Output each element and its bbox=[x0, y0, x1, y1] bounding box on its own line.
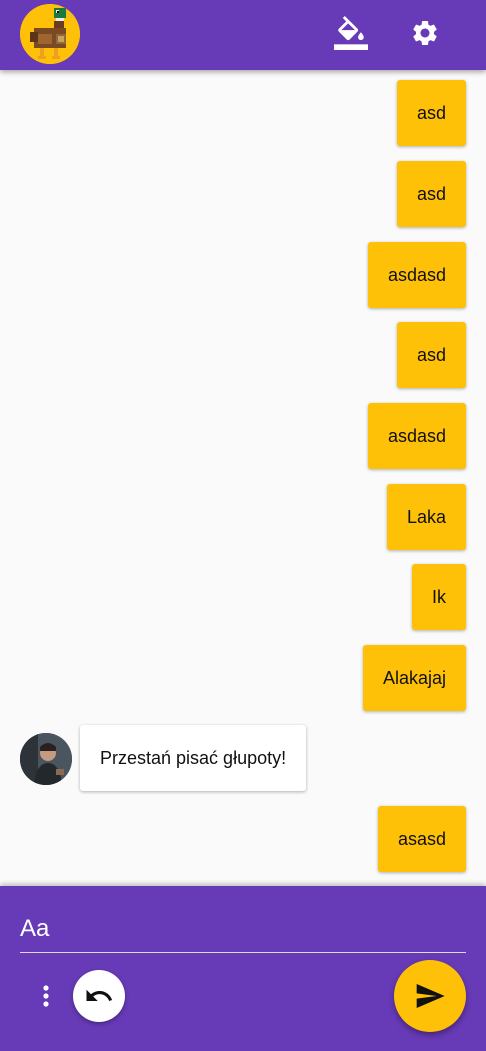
send-button[interactable] bbox=[394, 960, 466, 1032]
undo-button[interactable] bbox=[73, 970, 125, 1022]
message-input-wrapper bbox=[20, 906, 466, 953]
composer bbox=[0, 886, 486, 1051]
message-outgoing: Laka bbox=[386, 484, 466, 550]
undo-icon bbox=[86, 989, 113, 1001]
message-outgoing: Ik bbox=[411, 564, 466, 630]
settings-button[interactable] bbox=[407, 13, 443, 53]
message-outgoing: Alakajaj bbox=[362, 645, 466, 711]
app-bar bbox=[0, 0, 486, 70]
message-outgoing: asasd bbox=[377, 806, 466, 872]
gear-icon bbox=[413, 21, 437, 45]
send-icon bbox=[416, 984, 445, 1008]
paint-bucket-icon bbox=[334, 16, 368, 50]
duck-logo-icon bbox=[20, 4, 80, 64]
more-vertical-icon bbox=[43, 985, 49, 1007]
message-outgoing: asd bbox=[396, 80, 466, 146]
message-input[interactable] bbox=[20, 906, 466, 952]
theme-paint-button[interactable] bbox=[333, 13, 369, 53]
message-outgoing: asdasd bbox=[367, 242, 466, 308]
chat-app: asd asd asdasd asd asdasd Laka Ik Alakaj… bbox=[0, 0, 486, 1051]
message-outgoing: asd bbox=[396, 322, 466, 388]
more-options-button[interactable] bbox=[36, 982, 56, 1010]
message-outgoing: asd bbox=[396, 161, 466, 227]
message-outgoing: asdasd bbox=[367, 403, 466, 469]
message-list[interactable]: asd asd asdasd asd asdasd Laka Ik Alakaj… bbox=[0, 70, 486, 886]
avatar bbox=[20, 733, 72, 785]
message-incoming: Przestań pisać głupoty! bbox=[80, 725, 307, 791]
